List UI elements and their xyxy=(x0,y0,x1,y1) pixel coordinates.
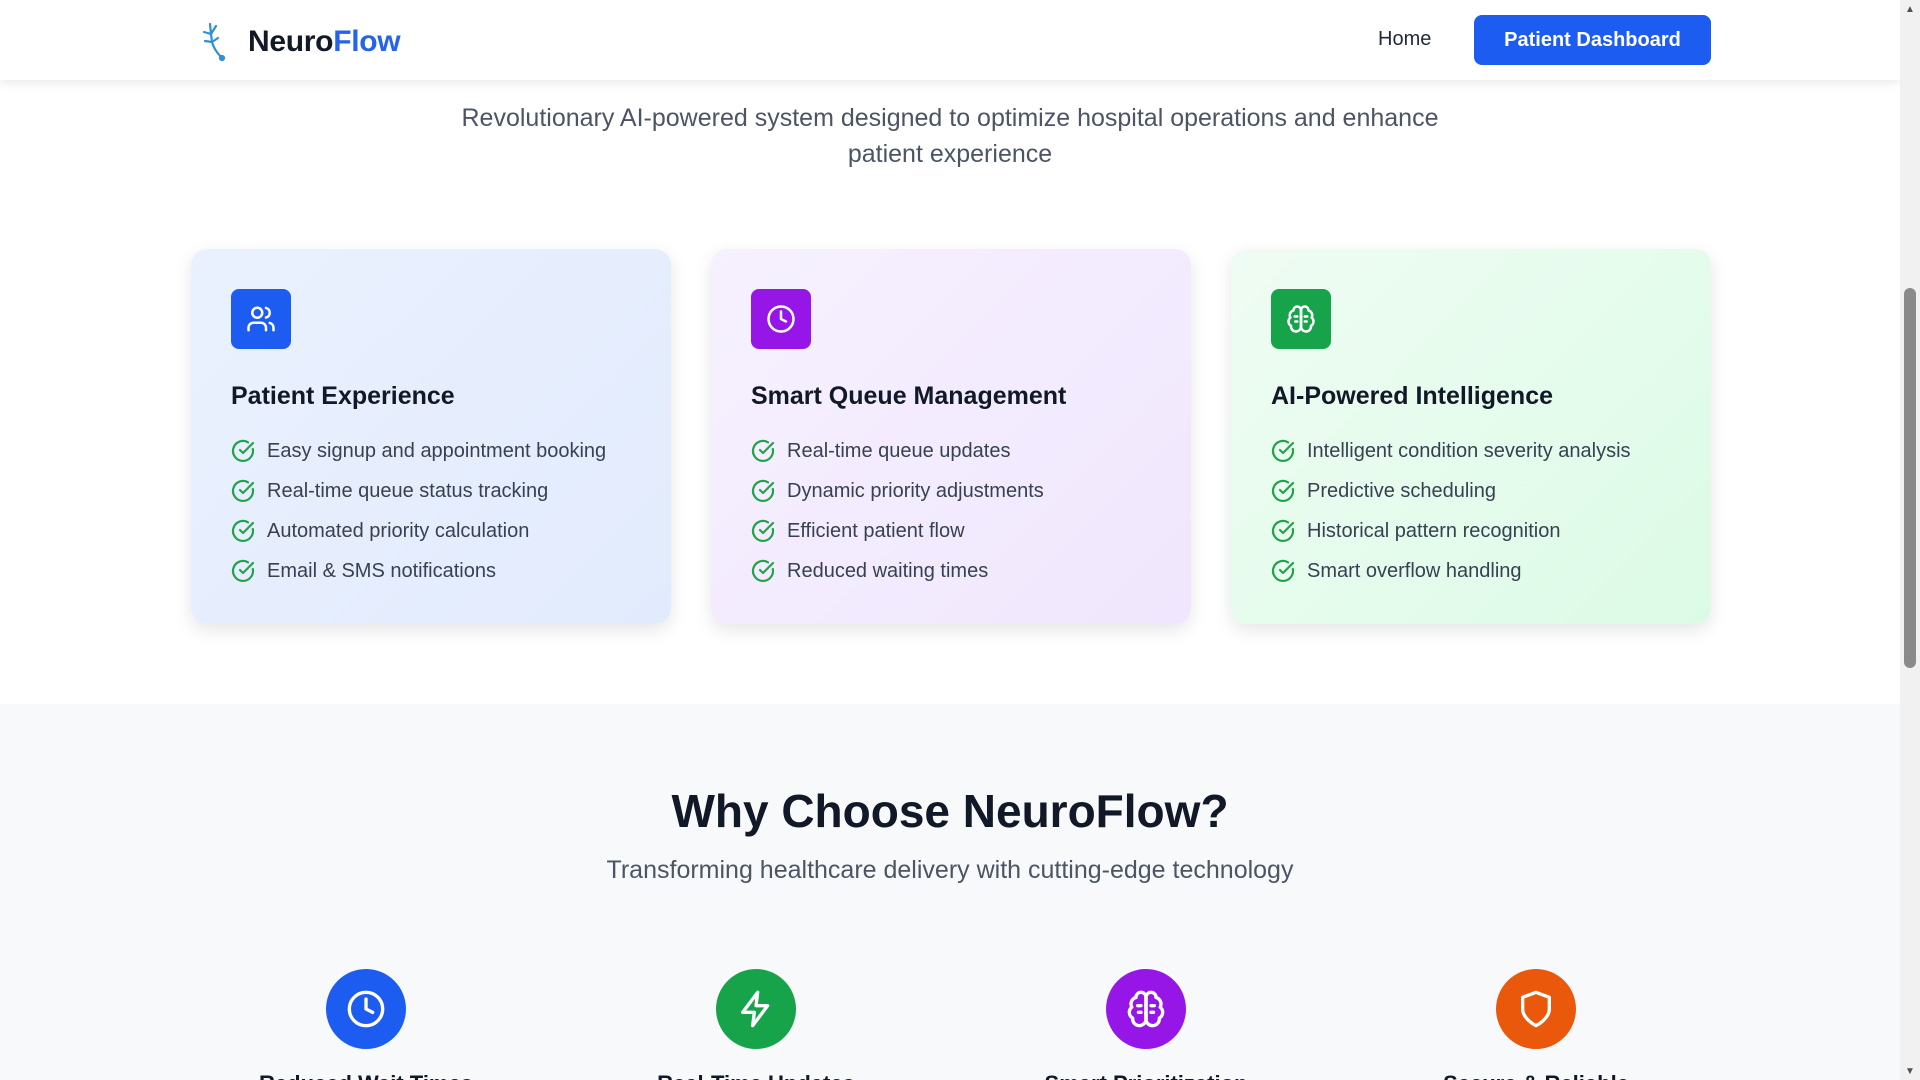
list-item-text: Smart overflow handling xyxy=(1307,559,1522,582)
check-circle-icon xyxy=(231,439,255,463)
check-circle-icon xyxy=(751,519,775,543)
list-item-text: Historical pattern recognition xyxy=(1307,519,1561,542)
logo-icon xyxy=(202,22,226,62)
brain-icon xyxy=(1271,289,1331,349)
brand-name-part1: Neuro xyxy=(248,25,334,58)
benefit-item: Smart Prioritization xyxy=(996,969,1296,1080)
list-item: Email & SMS notifications xyxy=(231,551,631,591)
list-item: Real-time queue status tracking xyxy=(231,471,631,511)
hero-subtitle: Revolutionary AI-powered system designed… xyxy=(461,104,1439,168)
check-circle-icon xyxy=(1271,439,1295,463)
check-circle-icon xyxy=(231,559,255,583)
users-icon xyxy=(231,289,291,349)
scrollbar-thumb[interactable] xyxy=(1904,288,1916,668)
brand-name: NeuroFlow xyxy=(248,25,401,59)
list-item-text: Automated priority calculation xyxy=(267,519,530,542)
list-item: Real-time queue updates xyxy=(751,431,1151,471)
nav-home-link[interactable]: Home xyxy=(1378,28,1431,51)
list-item: Automated priority calculation xyxy=(231,511,631,551)
list-item: Historical pattern recognition xyxy=(1271,511,1671,551)
card-title: AI-Powered Intelligence xyxy=(1271,382,1554,410)
list-item: Reduced waiting times xyxy=(751,551,1151,591)
zap-icon xyxy=(716,969,796,1049)
benefit-title: Reduced Wait Times xyxy=(216,1071,516,1080)
why-section: Why Choose NeuroFlow? Transforming healt… xyxy=(0,704,1900,1080)
feature-card-patient-experience: Patient Experience Easy signup and appoi… xyxy=(191,249,671,624)
scroll-up-arrow-icon[interactable]: ▲ xyxy=(1900,0,1920,18)
list-item-text: Efficient patient flow xyxy=(787,519,965,542)
clock-icon xyxy=(751,289,811,349)
list-item-text: Email & SMS notifications xyxy=(267,559,496,582)
top-navbar: NeuroFlow Home Patient Dashboard xyxy=(0,0,1900,80)
scroll-down-arrow-icon[interactable]: ▼ xyxy=(1900,1062,1920,1080)
benefit-item: Real-Time Updates xyxy=(606,969,906,1080)
list-item-text: Intelligent condition severity analysis xyxy=(1307,439,1631,462)
benefit-title: Secure & Reliable xyxy=(1386,1071,1686,1080)
benefit-title: Smart Prioritization xyxy=(996,1071,1296,1080)
list-item-text: Real-time queue status tracking xyxy=(267,479,549,502)
list-item: Smart overflow handling xyxy=(1271,551,1671,591)
clock-icon xyxy=(326,969,406,1049)
list-item: Dynamic priority adjustments xyxy=(751,471,1151,511)
check-circle-icon xyxy=(1271,559,1295,583)
page: NeuroFlow Home Patient Dashboard Revolut… xyxy=(0,0,1900,1080)
patient-dashboard-button[interactable]: Patient Dashboard xyxy=(1474,15,1711,65)
vertical-scrollbar[interactable]: ▲ ▼ xyxy=(1900,0,1920,1080)
shield-icon xyxy=(1496,969,1576,1049)
check-circle-icon xyxy=(231,479,255,503)
card-title: Patient Experience xyxy=(231,382,455,410)
brand-name-part2: Flow xyxy=(333,25,401,58)
list-item-text: Reduced waiting times xyxy=(787,559,989,582)
check-circle-icon xyxy=(751,559,775,583)
brain-icon xyxy=(1106,969,1186,1049)
feature-card-ai-intelligence: AI-Powered Intelligence Intelligent cond… xyxy=(1231,249,1711,624)
list-item-text: Easy signup and appointment booking xyxy=(267,439,607,462)
feature-card-smart-queue: Smart Queue Management Real-time queue u… xyxy=(711,249,1191,624)
section-title: Why Choose NeuroFlow? xyxy=(671,785,1229,837)
list-item-text: Real-time queue updates xyxy=(787,439,1011,462)
list-item: Intelligent condition severity analysis xyxy=(1271,431,1671,471)
benefit-title: Real-Time Updates xyxy=(606,1071,906,1080)
check-circle-icon xyxy=(751,439,775,463)
check-circle-icon xyxy=(231,519,255,543)
list-item: Easy signup and appointment booking xyxy=(231,431,631,471)
list-item-text: Predictive scheduling xyxy=(1307,479,1496,502)
benefit-item: Reduced Wait Times xyxy=(216,969,516,1080)
list-item: Predictive scheduling xyxy=(1271,471,1671,511)
list-item: Efficient patient flow xyxy=(751,511,1151,551)
check-circle-icon xyxy=(751,479,775,503)
feature-list: Real-time queue updates Dynamic priority… xyxy=(751,431,1151,591)
feature-list: Easy signup and appointment booking Real… xyxy=(231,431,631,591)
list-item-text: Dynamic priority adjustments xyxy=(787,479,1044,502)
check-circle-icon xyxy=(1271,519,1295,543)
section-subtitle: Transforming healthcare delivery with cu… xyxy=(606,856,1294,884)
feature-list: Intelligent condition severity analysis … xyxy=(1271,431,1671,591)
card-title: Smart Queue Management xyxy=(751,382,1067,410)
brand[interactable]: NeuroFlow xyxy=(198,20,401,64)
check-circle-icon xyxy=(1271,479,1295,503)
benefit-item: Secure & Reliable xyxy=(1386,969,1686,1080)
